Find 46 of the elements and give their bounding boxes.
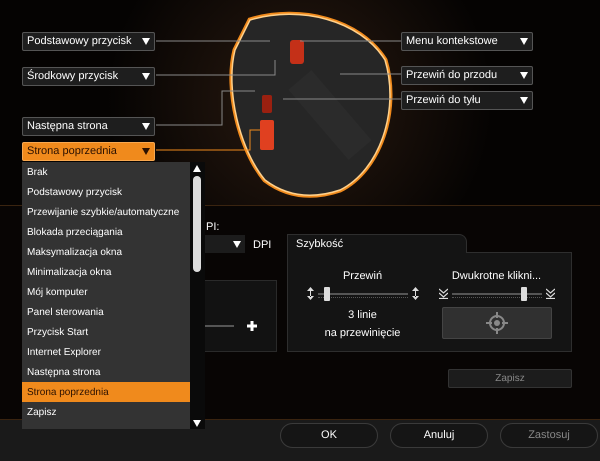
button-assignment-dropdown[interactable]: Menu kontekstowe <box>401 32 533 51</box>
dropdown-option[interactable]: Mój komputer <box>22 282 190 302</box>
dropdown-option[interactable]: Strona poprzednia <box>22 382 190 402</box>
caret-icon <box>142 148 150 155</box>
dropdown-option[interactable]: Następna strona <box>22 362 190 382</box>
dropdown-option[interactable]: Internet Explorer <box>22 342 190 362</box>
scrollbar-thumb[interactable] <box>193 176 201 272</box>
dropdown-option[interactable]: Blokada przeciągania <box>22 222 190 242</box>
caret-icon <box>142 123 150 130</box>
button-assignment-dropdown[interactable]: Przewiń do przodu <box>401 66 533 85</box>
caret-icon <box>520 97 528 104</box>
dropdown-option[interactable]: Minimalizacja okna <box>22 262 190 282</box>
scroll-up-icon[interactable] <box>193 165 201 172</box>
caret-icon <box>233 240 241 248</box>
scroll-label: Przewiń <box>342 269 382 284</box>
dpi-label: PI: <box>206 220 220 235</box>
dropdown-option[interactable]: Panel sterowania <box>22 302 190 322</box>
button-assignment-dropdown[interactable]: Następna strona <box>22 117 155 136</box>
footer-button[interactable]: OK <box>280 423 378 448</box>
caret-icon <box>520 38 528 45</box>
caret-icon <box>520 72 528 79</box>
caret-icon <box>142 73 150 80</box>
button-assignment-dropdown[interactable]: Środkowy przycisk <box>22 67 155 86</box>
double-click-label: Dwukrotne klikni... <box>452 269 542 284</box>
scroll-reading: 3 linie <box>348 308 377 322</box>
footer-button[interactable]: Anuluj <box>390 423 488 448</box>
scroll-reading-unit: na przewinięcie <box>324 326 400 341</box>
arrow-up-down-icon <box>306 287 314 300</box>
plus-icon <box>247 321 257 331</box>
button-assignment-dropdown[interactable]: Strona poprzednia <box>22 142 155 161</box>
button-assignment-dropdown[interactable]: Podstawowy przycisk <box>22 32 155 51</box>
dropdown-option[interactable]: Maksymalizacja okna <box>22 242 190 262</box>
dropdown-option[interactable]: Brak <box>22 162 190 182</box>
dropdown-option[interactable]: Zapisz <box>22 402 190 422</box>
chevron-down-icon <box>546 288 554 299</box>
double-click-test-area[interactable] <box>442 306 552 338</box>
button-assignment-dropdown[interactable]: Przewiń do tyłu <box>401 91 533 110</box>
scroll-down-icon[interactable] <box>193 420 201 427</box>
caret-icon <box>142 38 150 45</box>
dropdown-option[interactable]: Przewijanie szybkie/automatyczne <box>22 202 190 222</box>
arrow-up-down-icon <box>412 287 418 300</box>
crosshair-icon <box>486 312 508 334</box>
dropdown-option[interactable]: Przycisk Start <box>22 322 190 342</box>
dropdown-option[interactable]: Podstawowy przycisk <box>22 182 190 202</box>
chevron-down-icon <box>438 288 448 299</box>
dpi-unit: DPI <box>253 238 272 253</box>
